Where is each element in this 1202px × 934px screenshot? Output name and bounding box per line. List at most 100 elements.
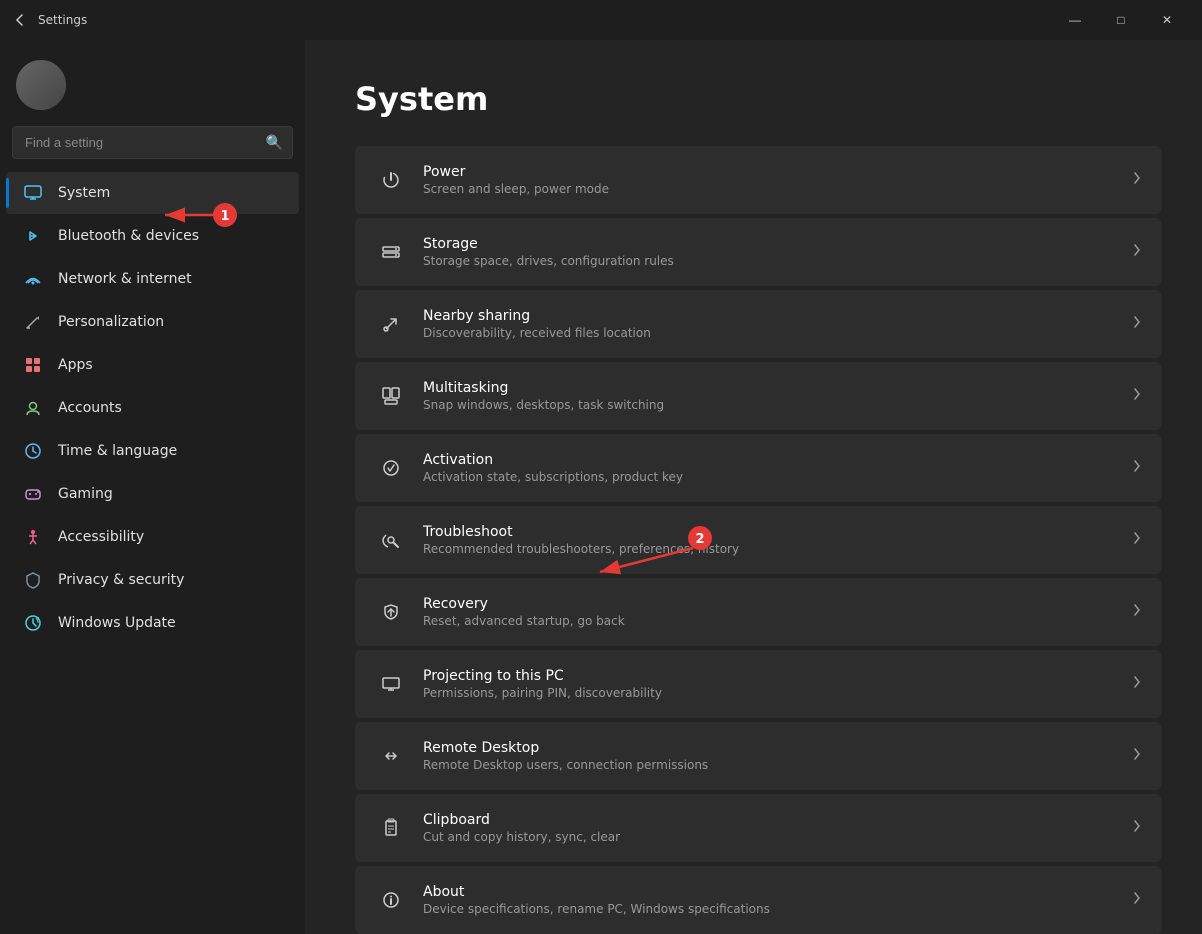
- settings-item-text-about: AboutDevice specifications, rename PC, W…: [423, 884, 1116, 916]
- titlebar-controls: — □ ✕: [1052, 4, 1190, 36]
- settings-item-title-remote-desktop: Remote Desktop: [423, 740, 1116, 756]
- sidebar-item-label-privacy: Privacy & security: [58, 572, 184, 588]
- sidebar-item-privacy[interactable]: Privacy & security: [6, 559, 299, 601]
- settings-item-chevron-nearby-sharing: [1132, 314, 1142, 334]
- close-button[interactable]: ✕: [1144, 4, 1190, 36]
- sidebar-nav: System Bluetooth & devices Network & inter…: [0, 171, 305, 645]
- settings-item-desc-recovery: Reset, advanced startup, go back: [423, 614, 1116, 628]
- sidebar-item-label-apps: Apps: [58, 357, 93, 373]
- settings-item-title-activation: Activation: [423, 452, 1116, 468]
- settings-item-power[interactable]: Power Screen and sleep, power mode: [355, 146, 1162, 214]
- settings-item-desc-power: Screen and sleep, power mode: [423, 182, 1116, 196]
- sidebar-item-apps[interactable]: Apps: [6, 344, 299, 386]
- sidebar-item-bluetooth[interactable]: Bluetooth & devices: [6, 215, 299, 257]
- settings-item-desc-storage: Storage space, drives, configuration rul…: [423, 254, 1116, 268]
- network-nav-icon: [22, 268, 44, 290]
- settings-item-title-projecting: Projecting to this PC: [423, 668, 1116, 684]
- sidebar-item-update[interactable]: Windows Update: [6, 602, 299, 644]
- settings-item-desc-troubleshoot: Recommended troubleshooters, preferences…: [423, 542, 1116, 556]
- settings-item-desc-activation: Activation state, subscriptions, product…: [423, 470, 1116, 484]
- settings-item-text-multitasking: MultitaskingSnap windows, desktops, task…: [423, 380, 1116, 412]
- sidebar-item-label-time: Time & language: [58, 443, 177, 459]
- settings-item-desc-multitasking: Snap windows, desktops, task switching: [423, 398, 1116, 412]
- settings-item-text-remote-desktop: Remote DesktopRemote Desktop users, conn…: [423, 740, 1116, 772]
- sidebar-item-label-personalization: Personalization: [58, 314, 164, 330]
- settings-item-title-power: Power: [423, 164, 1116, 180]
- power-icon: [375, 164, 407, 196]
- settings-item-multitasking[interactable]: MultitaskingSnap windows, desktops, task…: [355, 362, 1162, 430]
- search-input[interactable]: [12, 126, 293, 159]
- settings-item-recovery[interactable]: Recovery Reset, advanced startup, go back: [355, 578, 1162, 646]
- personalization-nav-icon: [22, 311, 44, 333]
- sidebar-item-label-accounts: Accounts: [58, 400, 122, 416]
- bluetooth-nav-icon: [22, 225, 44, 247]
- activation-icon: [375, 452, 407, 484]
- accessibility-nav-icon: [22, 526, 44, 548]
- system-nav-icon: [22, 182, 44, 204]
- settings-item-clipboard[interactable]: ClipboardCut and copy history, sync, cle…: [355, 794, 1162, 862]
- sidebar-item-label-update: Windows Update: [58, 615, 176, 631]
- update-nav-icon: [22, 612, 44, 634]
- search-box: 🔍: [12, 126, 293, 159]
- settings-item-storage[interactable]: StorageStorage space, drives, configurat…: [355, 218, 1162, 286]
- minimize-button[interactable]: —: [1052, 4, 1098, 36]
- clipboard-icon: [375, 812, 407, 844]
- settings-item-text-projecting: Projecting to this PC Permissions, pairin…: [423, 668, 1116, 700]
- back-icon[interactable]: [12, 12, 28, 28]
- recovery-icon: [375, 596, 407, 628]
- sidebar-item-network[interactable]: Network & internet: [6, 258, 299, 300]
- settings-item-title-troubleshoot: Troubleshoot: [423, 524, 1116, 540]
- settings-item-chevron-power: [1132, 170, 1142, 190]
- settings-item-chevron-recovery: [1132, 602, 1142, 622]
- settings-item-activation[interactable]: Activation Activation state, subscription…: [355, 434, 1162, 502]
- settings-item-troubleshoot[interactable]: Troubleshoot Recommended troubleshooters,…: [355, 506, 1162, 574]
- settings-item-nearby-sharing[interactable]: Nearby sharing Discoverability, received …: [355, 290, 1162, 358]
- multitasking-icon: [375, 380, 407, 412]
- settings-list: Power Screen and sleep, power mode Storage…: [355, 146, 1162, 934]
- settings-item-text-clipboard: ClipboardCut and copy history, sync, cle…: [423, 812, 1116, 844]
- maximize-button[interactable]: □: [1098, 4, 1144, 36]
- settings-item-text-nearby-sharing: Nearby sharing Discoverability, received …: [423, 308, 1116, 340]
- main-content: System Power Screen and sleep, power mode…: [305, 40, 1202, 934]
- sidebar-item-label-gaming: Gaming: [58, 486, 113, 502]
- titlebar: Settings — □ ✕: [0, 0, 1202, 40]
- settings-item-about[interactable]: AboutDevice specifications, rename PC, W…: [355, 866, 1162, 934]
- projecting-icon: [375, 668, 407, 700]
- troubleshoot-icon: [375, 524, 407, 556]
- settings-item-text-activation: Activation Activation state, subscription…: [423, 452, 1116, 484]
- titlebar-left: Settings: [12, 12, 87, 28]
- settings-item-title-nearby-sharing: Nearby sharing: [423, 308, 1116, 324]
- apps-nav-icon: [22, 354, 44, 376]
- sidebar-item-label-network: Network & internet: [58, 271, 192, 287]
- sidebar-item-accessibility[interactable]: Accessibility: [6, 516, 299, 558]
- sidebar-item-personalization[interactable]: Personalization: [6, 301, 299, 343]
- settings-item-chevron-remote-desktop: [1132, 746, 1142, 766]
- search-icon: 🔍: [266, 135, 283, 151]
- sidebar-item-accounts[interactable]: Accounts: [6, 387, 299, 429]
- sidebar-item-label-bluetooth: Bluetooth & devices: [58, 228, 199, 244]
- settings-item-text-power: Power Screen and sleep, power mode: [423, 164, 1116, 196]
- nearby-sharing-icon: [375, 308, 407, 340]
- sidebar-item-label-system: System: [58, 185, 110, 201]
- gaming-nav-icon: [22, 483, 44, 505]
- settings-item-remote-desktop[interactable]: Remote DesktopRemote Desktop users, conn…: [355, 722, 1162, 790]
- settings-item-chevron-about: [1132, 890, 1142, 910]
- settings-item-chevron-activation: [1132, 458, 1142, 478]
- settings-item-title-recovery: Recovery: [423, 596, 1116, 612]
- settings-item-desc-nearby-sharing: Discoverability, received files location: [423, 326, 1116, 340]
- sidebar-item-gaming[interactable]: Gaming: [6, 473, 299, 515]
- accounts-nav-icon: [22, 397, 44, 419]
- app-body: 🔍 System Bluetooth & devices Network & int…: [0, 40, 1202, 934]
- sidebar-item-label-accessibility: Accessibility: [58, 529, 144, 545]
- page-title: System: [355, 80, 1162, 118]
- sidebar-item-time[interactable]: Time & language: [6, 430, 299, 472]
- settings-item-desc-about: Device specifications, rename PC, Window…: [423, 902, 1116, 916]
- settings-item-text-troubleshoot: Troubleshoot Recommended troubleshooters,…: [423, 524, 1116, 556]
- titlebar-title: Settings: [38, 13, 87, 27]
- settings-item-chevron-storage: [1132, 242, 1142, 262]
- settings-item-projecting[interactable]: Projecting to this PC Permissions, pairin…: [355, 650, 1162, 718]
- sidebar-item-system[interactable]: System: [6, 172, 299, 214]
- settings-item-desc-projecting: Permissions, pairing PIN, discoverabilit…: [423, 686, 1116, 700]
- settings-item-chevron-clipboard: [1132, 818, 1142, 838]
- storage-icon: [375, 236, 407, 268]
